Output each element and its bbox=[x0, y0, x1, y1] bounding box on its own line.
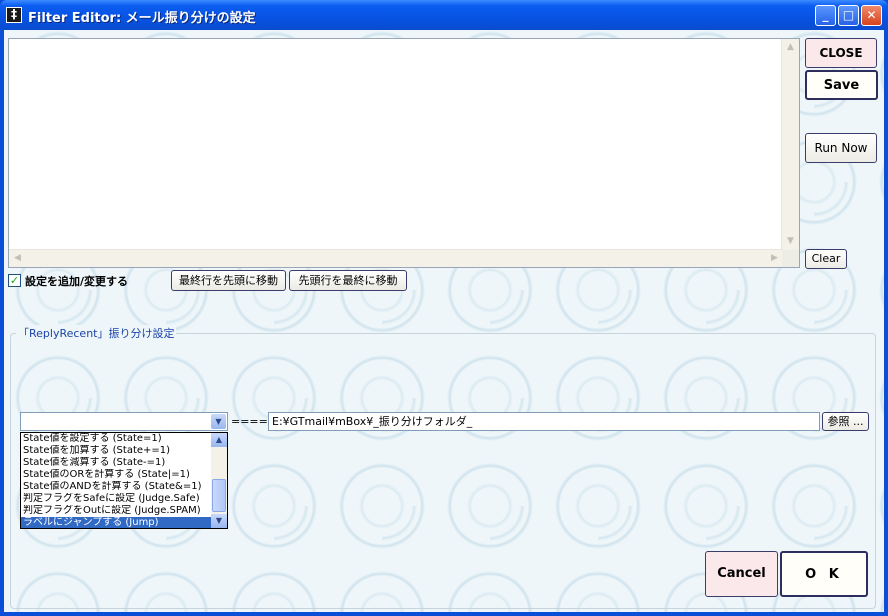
list-scroll-thumb[interactable] bbox=[212, 479, 226, 512]
scroll-up-arrow-icon[interactable]: ▲ bbox=[782, 39, 799, 56]
list-scrollbar[interactable]: ▲ ▼ bbox=[211, 433, 227, 528]
app-icon: ‡ bbox=[6, 7, 22, 23]
minimize-button[interactable]: _ bbox=[815, 5, 836, 26]
scroll-corner bbox=[782, 250, 799, 267]
folder-path-input[interactable]: E:¥GTmail¥mBox¥_振り分けフォルダ_ bbox=[268, 412, 820, 431]
list-item[interactable]: State値を設定する (State=1) bbox=[23, 433, 211, 445]
browse-button[interactable]: 参照 ... bbox=[822, 412, 869, 431]
list-item[interactable]: State値のANDを計算する (State&=1) bbox=[23, 481, 211, 493]
list-item[interactable]: 判定フラグをOutに設定 (Judge.SPAM) bbox=[23, 505, 211, 517]
list-item[interactable]: State値を減算する (State-=1) bbox=[23, 457, 211, 469]
list-item[interactable]: State値を加算する (State+=1) bbox=[23, 445, 211, 457]
move-last-to-first-button[interactable]: 最終行を先頭に移動 bbox=[171, 270, 286, 291]
title-bar[interactable]: ‡ Filter Editor: メール振り分けの設定 _ □ ✕ bbox=[0, 0, 888, 30]
list-item[interactable]: State値のORを計算する (State|=1) bbox=[23, 469, 211, 481]
cancel-button[interactable]: Cancel bbox=[705, 551, 778, 597]
filter-settings-group-title: 「ReplyRecent」振り分け設定 bbox=[16, 325, 177, 341]
close-button[interactable]: CLOSE bbox=[805, 38, 877, 68]
filter-text-editor[interactable]: ▲ ▼ ◀ ▶ bbox=[8, 38, 800, 268]
scroll-right-arrow-icon[interactable]: ▶ bbox=[766, 250, 783, 267]
chevron-down-icon[interactable]: ▼ bbox=[211, 514, 227, 528]
filter-editor-window: ‡ Filter Editor: メール振り分けの設定 _ □ ✕ ▲ ▼ ◀ … bbox=[0, 0, 888, 616]
action-dropdown-list[interactable]: State値を設定する (State=1) State値を加算する (State… bbox=[20, 432, 228, 529]
move-first-to-last-button[interactable]: 先頭行を最終に移動 bbox=[289, 270, 407, 291]
save-button[interactable]: Save bbox=[805, 70, 878, 100]
maximize-button[interactable]: □ bbox=[838, 5, 859, 26]
add-change-checkbox-label: 設定を追加/変更する bbox=[25, 275, 129, 288]
window-border-right bbox=[884, 30, 888, 616]
action-combobox[interactable]: ▼ bbox=[20, 412, 228, 431]
scroll-down-arrow-icon[interactable]: ▼ bbox=[782, 233, 799, 250]
ok-button[interactable]: O K bbox=[780, 551, 868, 597]
list-item[interactable]: 判定フラグをSafeに設定 (Judge.Safe) bbox=[23, 493, 211, 505]
window-close-button[interactable]: ✕ bbox=[861, 5, 882, 26]
client-area: ▲ ▼ ◀ ▶ CLOSE Save Run Now Clear ✓ 設定を追加… bbox=[4, 30, 884, 612]
clear-button[interactable]: Clear bbox=[805, 249, 847, 269]
chevron-up-icon[interactable]: ▲ bbox=[211, 433, 227, 447]
add-change-checkbox[interactable]: ✓ bbox=[8, 274, 21, 287]
editor-vertical-scrollbar[interactable]: ▲ ▼ bbox=[781, 39, 799, 250]
editor-horizontal-scrollbar[interactable]: ◀ ▶ bbox=[9, 249, 783, 267]
list-item-selected[interactable]: ラベルにジャンプする (Jump) bbox=[21, 517, 213, 528]
chevron-down-icon[interactable]: ▼ bbox=[211, 414, 226, 429]
scroll-left-arrow-icon[interactable]: ◀ bbox=[9, 250, 26, 267]
window-title: Filter Editor: メール振り分けの設定 bbox=[28, 11, 256, 26]
window-border-bottom bbox=[0, 612, 888, 616]
run-now-button[interactable]: Run Now bbox=[805, 133, 877, 163]
